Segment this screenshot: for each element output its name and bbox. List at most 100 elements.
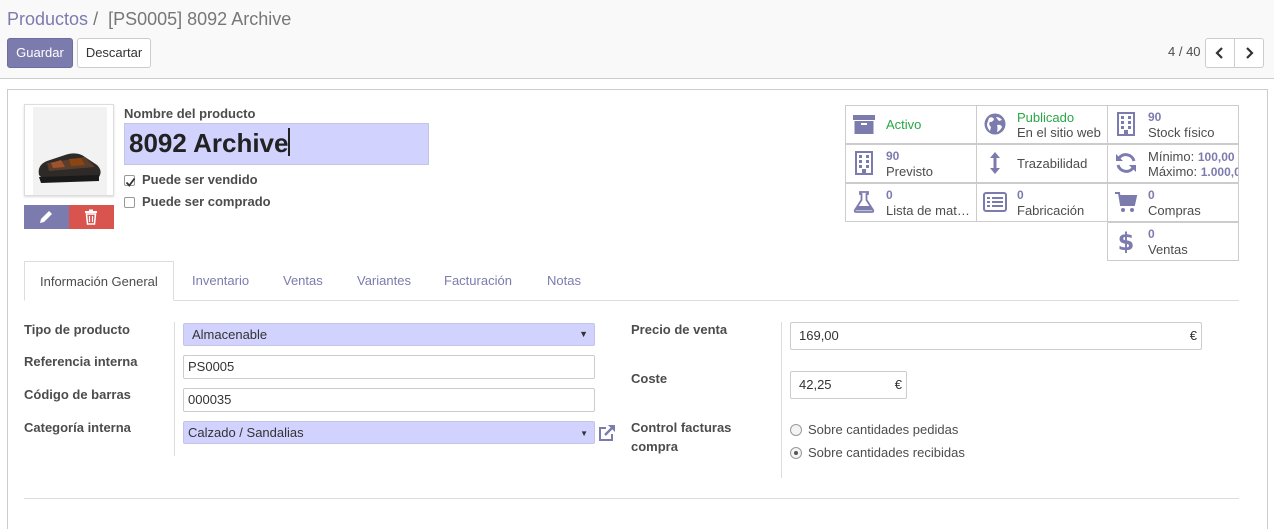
sales-smart-button[interactable]: $ 0 Ventas	[1107, 222, 1239, 261]
bill-control-label-line-2: compra	[631, 439, 678, 454]
published-subtitle: En el sitio web	[1017, 125, 1101, 140]
reorder-max-label: Máximo:	[1148, 164, 1198, 179]
text-cursor	[288, 128, 291, 156]
chevron-left-icon	[1215, 47, 1223, 59]
purchases-smart-button[interactable]: 0 Compras	[1107, 183, 1239, 222]
breadcrumb: Productos / [PS0005] 8092 Archive	[7, 9, 291, 30]
sale-price-value: 169,00	[799, 328, 839, 343]
shoe-image	[33, 107, 107, 195]
checkmark-icon	[125, 177, 136, 187]
active-smart-button[interactable]: Activo	[845, 105, 977, 144]
product-type-label: Tipo de producto	[24, 322, 130, 337]
divider	[24, 498, 1239, 499]
internal-ref-input[interactable]: PS0005	[183, 355, 595, 379]
building-icon	[1117, 112, 1135, 136]
forecast-label: Previsto	[886, 164, 933, 179]
caret-down-icon: ▼	[580, 429, 588, 438]
category-value: Calzado / Sandalias	[188, 425, 304, 440]
globe-icon	[984, 113, 1006, 135]
bill-control-label-line-1: Control facturas	[631, 420, 732, 435]
category-select[interactable]: Calzado / Sandalias ▼	[183, 421, 595, 444]
can-be-sold-label: Puede ser vendido	[142, 172, 258, 187]
chevron-right-icon	[1246, 47, 1254, 59]
tab-general-information[interactable]: Información General	[24, 261, 174, 301]
bill-control-received-radio[interactable]	[790, 447, 802, 459]
cost-label: Coste	[631, 371, 668, 386]
sales-value: 0	[1148, 227, 1155, 241]
reorder-max: Máximo: 1.000,00	[1148, 164, 1238, 179]
breadcrumb-parent-link[interactable]: Productos	[7, 9, 88, 29]
purchases-label: Compras	[1148, 203, 1201, 218]
tab-inventory[interactable]: Inventario	[192, 261, 249, 301]
caret-down-icon: ▼	[579, 329, 588, 339]
cost-input[interactable]: 42,25 €	[790, 371, 907, 399]
forecast-smart-button[interactable]: 90 Previsto	[845, 144, 977, 183]
published-title: Publicado	[1017, 110, 1075, 125]
category-label: Categoría interna	[24, 420, 131, 435]
sale-price-currency: €	[1189, 328, 1197, 343]
stock-label: Stock físico	[1148, 125, 1215, 140]
list-alt-icon	[983, 192, 1007, 212]
refresh-icon	[1116, 153, 1136, 173]
product-name-label: Nombre del producto	[124, 106, 256, 121]
bom-smart-button[interactable]: 0 Lista de mat…	[845, 183, 977, 222]
product-name-input[interactable]: 8092 Archive	[124, 123, 429, 165]
cost-currency: €	[894, 377, 902, 392]
cart-icon	[1115, 192, 1138, 212]
field-separator	[781, 322, 782, 478]
reorder-min: Mínimo: 100,00	[1148, 149, 1235, 164]
barcode-label: Código de barras	[24, 387, 131, 402]
purchases-value: 0	[1148, 188, 1155, 202]
sale-price-input[interactable]: 169,00 €	[790, 322, 1202, 350]
external-link-icon[interactable]	[597, 423, 617, 443]
traceability-smart-button[interactable]: Trazabilidad	[976, 144, 1108, 183]
manufacturing-label: Fabricación	[1017, 203, 1085, 218]
bill-control-received-label: Sobre cantidades recibidas	[808, 445, 965, 460]
tab-sales[interactable]: Ventas	[283, 261, 323, 301]
reorder-min-value: 100,00	[1197, 150, 1235, 164]
delete-image-button[interactable]	[69, 205, 114, 229]
building-icon	[855, 151, 873, 175]
pager-previous-button[interactable]	[1205, 38, 1235, 68]
pager-value[interactable]: 4 / 40	[1168, 44, 1201, 59]
bom-label: Lista de mat…	[886, 203, 970, 218]
manufacturing-smart-button[interactable]: 0 Fabricación	[976, 183, 1108, 222]
stock-smart-button[interactable]: 90 Stock físico	[1107, 105, 1239, 144]
reorder-min-label: Mínimo:	[1148, 149, 1195, 164]
product-image[interactable]	[24, 104, 114, 196]
sales-label: Ventas	[1148, 242, 1188, 257]
forecast-value: 90	[886, 149, 900, 163]
discard-button[interactable]: Descartar	[77, 38, 151, 68]
breadcrumb-current: [PS0005] 8092 Archive	[108, 9, 292, 29]
field-separator	[174, 322, 175, 456]
active-text: Activo	[886, 117, 922, 132]
bill-control-label: Control facturas compra	[631, 420, 731, 454]
tab-notes[interactable]: Notas	[547, 261, 581, 301]
can-be-sold-checkbox[interactable]	[124, 175, 136, 187]
product-type-value: Almacenable	[192, 327, 268, 342]
archive-icon	[853, 115, 875, 134]
product-type-select[interactable]: Almacenable ▼	[183, 323, 595, 346]
internal-ref-label: Referencia interna	[24, 354, 138, 369]
reordering-smart-button[interactable]: Mínimo: 100,00 Máximo: 1.000,00	[1107, 144, 1239, 183]
reorder-max-value: 1.000,00	[1200, 165, 1238, 179]
tab-variants[interactable]: Variantes	[357, 261, 411, 301]
barcode-input[interactable]: 000035	[183, 388, 595, 412]
trash-icon	[85, 209, 97, 225]
can-be-purchased-checkbox[interactable]	[124, 197, 135, 208]
pencil-icon	[40, 211, 52, 223]
breadcrumb-separator: /	[93, 9, 99, 29]
bill-control-ordered-label: Sobre cantidades pedidas	[808, 422, 959, 437]
manufacturing-value: 0	[1017, 188, 1024, 202]
bom-value: 0	[886, 188, 893, 202]
save-button[interactable]: Guardar	[7, 38, 73, 68]
bill-control-ordered-radio[interactable]	[790, 424, 802, 436]
edit-image-button[interactable]	[24, 205, 69, 229]
tab-invoicing[interactable]: Facturación	[444, 261, 512, 301]
sale-price-label: Precio de venta	[631, 322, 728, 337]
can-be-purchased-label: Puede ser comprado	[142, 194, 271, 209]
pager-next-button[interactable]	[1234, 38, 1264, 68]
svg-text:$: $	[1118, 229, 1135, 253]
published-smart-button[interactable]: Publicado En el sitio web	[976, 105, 1108, 144]
stock-value: 90	[1148, 110, 1162, 124]
